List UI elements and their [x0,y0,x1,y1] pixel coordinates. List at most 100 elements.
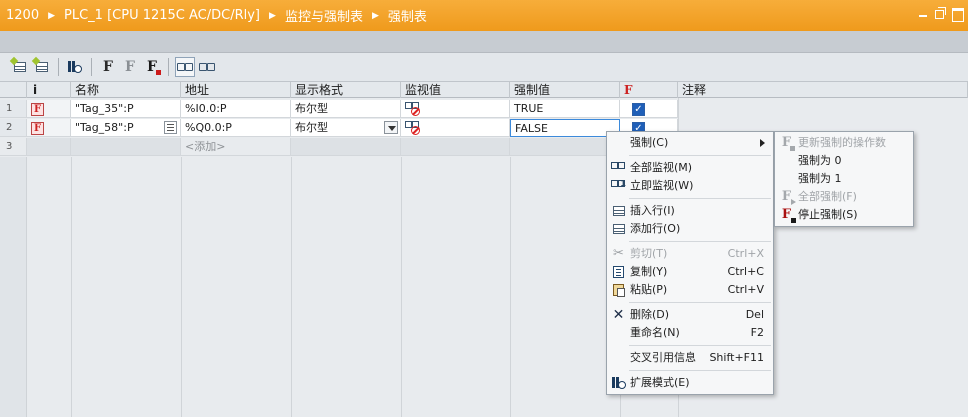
submenu-item-force-0[interactable]: 强制为 0 [775,152,913,170]
menu-divider [629,302,771,303]
menu-item-monitor-now[interactable]: 1 立即监视(W) [607,177,773,195]
menu-item-insert-row[interactable]: 插入行(I) [607,202,773,220]
display-format-cell[interactable]: 布尔型 [291,119,401,137]
menu-shortcut: Del [745,308,764,321]
toolbar-divider [58,58,59,76]
window-controls [918,7,964,22]
menu-item-label: 粘贴(P) [630,283,668,296]
copy-icon [611,265,626,279]
monitor-value-cell [401,138,510,156]
tag-name-cell[interactable]: "Tag_58":P [71,119,181,137]
stop-forcing-button[interactable]: F [142,57,162,77]
submenu-item-stop-forcing[interactable]: F 停止强制(S) [775,206,913,224]
update-forced-button[interactable]: F [98,57,118,77]
checkbox-checked-icon[interactable]: ✓ [632,103,645,116]
column-header-comment[interactable]: 注释 [678,82,968,98]
insert-row-button[interactable] [9,56,30,77]
address-cell[interactable]: %Q0.0:P [181,119,291,137]
toolbar-divider [168,58,169,76]
table-header: i 名称 地址 显示格式 监视值 强制值 F 注释 [0,82,968,98]
menu-shortcut: Ctrl+X [727,247,764,260]
menu-item-label: 扩展模式(E) [630,376,690,389]
row-info-cell: F [27,100,71,118]
force-all-button[interactable]: F [120,57,140,77]
column-header-force[interactable]: F [620,82,678,98]
address-cell[interactable]: %I0.0:P [181,100,291,118]
column-header-row-number [0,82,27,98]
menu-divider [629,370,771,371]
tag-list-icon[interactable] [164,121,177,134]
display-format-cell[interactable]: 布尔型 [291,100,401,118]
force-value-input[interactable]: FALSE [510,119,620,137]
column-header-info[interactable]: i [27,82,71,98]
menu-item-label: 立即监视(W) [630,179,694,192]
insert-row-icon [611,204,626,218]
menu-item-label: 删除(D) [630,308,670,321]
menu-item-add-row[interactable]: 添加行(O) [607,220,773,238]
menu-item-label: 强制(C) [630,136,669,149]
toolbar-divider [91,58,92,76]
tag-name-cell[interactable] [71,138,181,156]
menu-item-force[interactable]: 强制(C) [607,134,773,152]
add-row[interactable]: 3 <添加> [0,138,678,156]
submenu-item-force-all[interactable]: F 全部强制(F) [775,188,913,206]
breadcrumb-plc[interactable]: PLC_1 [CPU 1215C AC/DC/Rly] [64,8,260,23]
menu-item-label: 复制(Y) [630,265,668,278]
restore-icon[interactable] [935,7,946,19]
menu-shortcut: Ctrl+C [727,265,764,278]
menu-item-label: 插入行(I) [630,204,675,217]
glasses-icon [199,63,215,71]
maximize-icon[interactable] [952,7,964,22]
menu-item-rename[interactable]: 重命名(N) F2 [607,324,773,342]
minimize-icon[interactable] [918,7,928,19]
monitor-all-button[interactable] [175,57,195,77]
column-header-force-value[interactable]: 强制值 [510,82,620,98]
force-value-cell[interactable] [510,138,620,156]
submenu-item-force-1[interactable]: 强制为 1 [775,170,913,188]
force-checkbox-cell[interactable]: ✓ [620,100,678,118]
menu-item-label: 停止强制(S) [798,208,858,221]
row-info-cell [27,138,71,156]
menu-item-extended-mode[interactable]: 扩展模式(E) [607,374,773,392]
column-header-name[interactable]: 名称 [71,82,181,98]
breadcrumb-device[interactable]: 1200 [6,8,39,23]
monitor-now-button[interactable] [197,57,217,77]
menu-item-copy[interactable]: 复制(Y) Ctrl+C [607,263,773,281]
title-bar: 1200 ▶ PLC_1 [CPU 1215C AC/DC/Rly] ▶ 监控与… [0,0,968,31]
submenu-item-update-forced[interactable]: F 更新强制的操作数 [775,134,913,152]
force-flag-icon: F [31,122,44,135]
menu-item-label: 剪切(T) [630,247,668,260]
column-header-address[interactable]: 地址 [181,82,291,98]
column-header-monitor-value[interactable]: 监视值 [401,82,510,98]
tag-name-cell[interactable]: "Tag_35":P [71,100,181,118]
add-new-placeholder[interactable]: <添加> [181,138,291,156]
menu-item-paste[interactable]: 粘贴(P) Ctrl+V [607,281,773,299]
row-info-cell: F [27,119,71,137]
menu-item-monitor-all[interactable]: 全部监视(M) [607,159,773,177]
menu-item-label: 强制为 1 [798,172,842,185]
add-row-button[interactable] [31,56,52,77]
extended-mode-button[interactable] [65,57,85,77]
force-all-icon: F [779,189,797,205]
menu-item-label: 重命名(N) [630,326,680,339]
not-monitored-icon [405,120,423,136]
chevron-down-icon[interactable] [384,121,398,134]
display-format-cell[interactable] [291,138,401,156]
breadcrumb-arrow-icon: ▶ [269,10,276,21]
menu-item-cross-reference[interactable]: 交叉引用信息 Shift+F11 [607,349,773,367]
table-row[interactable]: 2 F "Tag_58":P %Q0.0:P 布尔型 FALSE ✓ [0,119,678,137]
force-flag-icon: F [31,103,44,116]
menu-item-delete[interactable]: ✕ 删除(D) Del [607,306,773,324]
table-row[interactable]: 1 F "Tag_35":P %I0.0:P 布尔型 TRUE ✓ [0,100,678,118]
column-header-display-format[interactable]: 显示格式 [291,82,401,98]
menu-shortcut: F2 [750,326,764,339]
menu-item-cut[interactable]: ✂ 剪切(T) Ctrl+X [607,245,773,263]
breadcrumb-watch-force-tables[interactable]: 监控与强制表 [285,6,363,25]
force-value-cell[interactable]: TRUE [510,100,620,118]
glasses-icon [611,161,626,175]
breadcrumb-force-table[interactable]: 强制表 [388,6,427,25]
menu-item-label: 添加行(O) [630,222,681,235]
menu-item-label: 强制为 0 [798,154,842,167]
add-row-icon [611,222,626,236]
menu-item-label: 更新强制的操作数 [798,136,886,149]
